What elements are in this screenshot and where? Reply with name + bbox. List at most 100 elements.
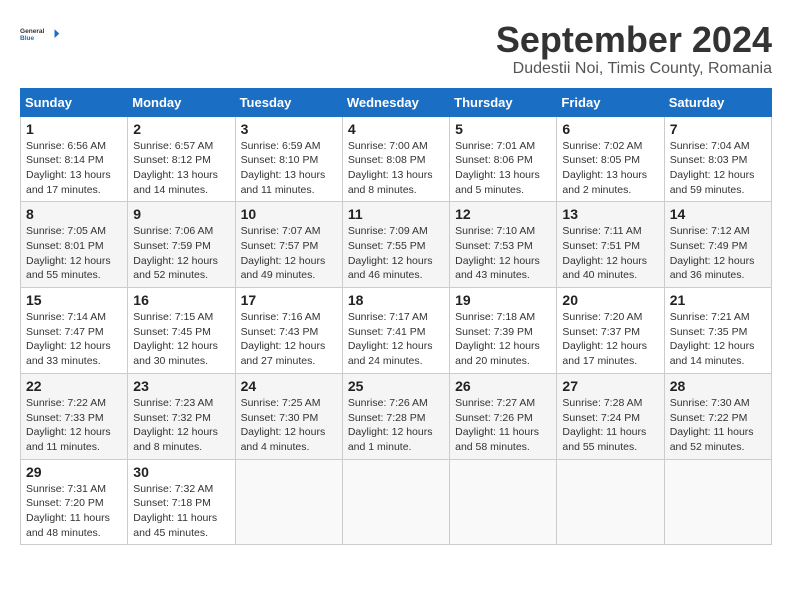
day-number: 21 <box>670 292 766 308</box>
day-number: 16 <box>133 292 229 308</box>
calendar-week-row: 8 Sunrise: 7:05 AM Sunset: 8:01 PM Daylig… <box>21 202 772 288</box>
day-number: 4 <box>348 121 444 137</box>
day-number: 23 <box>133 378 229 394</box>
day-info: Sunrise: 7:30 AM Sunset: 7:22 PM Dayligh… <box>670 396 766 455</box>
day-number: 3 <box>241 121 337 137</box>
logo: GeneralBlue <box>20 20 60 50</box>
day-info: Sunrise: 7:32 AM Sunset: 7:18 PM Dayligh… <box>133 482 229 541</box>
day-number: 17 <box>241 292 337 308</box>
day-info: Sunrise: 7:23 AM Sunset: 7:32 PM Dayligh… <box>133 396 229 455</box>
day-number: 13 <box>562 206 658 222</box>
calendar-cell: 12Sunrise: 7:10 AM Sunset: 7:53 PM Dayli… <box>450 202 557 288</box>
calendar-cell: 16 Sunrise: 7:15 AM Sunset: 7:45 PM Dayli… <box>128 288 235 374</box>
calendar-cell: 6 Sunrise: 7:02 AM Sunset: 8:05 PM Daylig… <box>557 116 664 202</box>
calendar-cell: 28 Sunrise: 7:30 AM Sunset: 7:22 PM Dayli… <box>664 373 771 459</box>
day-info: Sunrise: 7:20 AM Sunset: 7:37 PM Dayligh… <box>562 310 658 369</box>
day-info: Sunrise: 7:05 AM Sunset: 8:01 PM Dayligh… <box>26 224 122 283</box>
calendar-cell: 15Sunrise: 7:14 AM Sunset: 7:47 PM Dayli… <box>21 288 128 374</box>
title-section: September 2024 Dudestii Noi, Timis Count… <box>496 20 772 78</box>
page-header: GeneralBlue September 2024 Dudestii Noi,… <box>20 20 772 78</box>
calendar-cell: 19 Sunrise: 7:18 AM Sunset: 7:39 PM Dayli… <box>450 288 557 374</box>
weekday-header-tuesday: Tuesday <box>235 88 342 116</box>
calendar-cell <box>664 459 771 545</box>
calendar-cell <box>342 459 449 545</box>
day-info: Sunrise: 7:25 AM Sunset: 7:30 PM Dayligh… <box>241 396 337 455</box>
day-number: 10 <box>241 206 337 222</box>
svg-text:General: General <box>20 28 45 35</box>
day-number: 12 <box>455 206 551 222</box>
day-info: Sunrise: 7:18 AM Sunset: 7:39 PM Dayligh… <box>455 310 551 369</box>
day-number: 24 <box>241 378 337 394</box>
calendar-cell: 9 Sunrise: 7:06 AM Sunset: 7:59 PM Daylig… <box>128 202 235 288</box>
calendar-week-row: 29 Sunrise: 7:31 AM Sunset: 7:20 PM Dayli… <box>21 459 772 545</box>
calendar-cell: 18 Sunrise: 7:17 AM Sunset: 7:41 PM Dayli… <box>342 288 449 374</box>
calendar-cell: 7 Sunrise: 7:04 AM Sunset: 8:03 PM Daylig… <box>664 116 771 202</box>
day-number: 27 <box>562 378 658 394</box>
day-info: Sunrise: 6:59 AM Sunset: 8:10 PM Dayligh… <box>241 139 337 198</box>
day-info: Sunrise: 7:07 AM Sunset: 7:57 PM Dayligh… <box>241 224 337 283</box>
calendar-cell: 22 Sunrise: 7:22 AM Sunset: 7:33 PM Dayli… <box>21 373 128 459</box>
day-number: 29 <box>26 464 122 480</box>
day-info: Sunrise: 7:01 AM Sunset: 8:06 PM Dayligh… <box>455 139 551 198</box>
day-number: 6 <box>562 121 658 137</box>
calendar-week-row: 1 Sunrise: 6:56 AM Sunset: 8:14 PM Daylig… <box>21 116 772 202</box>
day-info: Sunrise: 7:26 AM Sunset: 7:28 PM Dayligh… <box>348 396 444 455</box>
logo-icon: GeneralBlue <box>20 20 60 48</box>
day-number: 26 <box>455 378 551 394</box>
day-info: Sunrise: 7:21 AM Sunset: 7:35 PM Dayligh… <box>670 310 766 369</box>
day-info: Sunrise: 7:17 AM Sunset: 7:41 PM Dayligh… <box>348 310 444 369</box>
calendar-cell: 5Sunrise: 7:01 AM Sunset: 8:06 PM Daylig… <box>450 116 557 202</box>
day-info: Sunrise: 7:12 AM Sunset: 7:49 PM Dayligh… <box>670 224 766 283</box>
calendar-table: SundayMondayTuesdayWednesdayThursdayFrid… <box>20 88 772 546</box>
svg-text:Blue: Blue <box>20 35 35 42</box>
calendar-cell: 24 Sunrise: 7:25 AM Sunset: 7:30 PM Dayli… <box>235 373 342 459</box>
calendar-cell: 8 Sunrise: 7:05 AM Sunset: 8:01 PM Daylig… <box>21 202 128 288</box>
day-number: 22 <box>26 378 122 394</box>
day-number: 2 <box>133 121 229 137</box>
day-info: Sunrise: 7:16 AM Sunset: 7:43 PM Dayligh… <box>241 310 337 369</box>
calendar-cell: 10 Sunrise: 7:07 AM Sunset: 7:57 PM Dayli… <box>235 202 342 288</box>
weekday-header-sunday: Sunday <box>21 88 128 116</box>
calendar-cell: 14 Sunrise: 7:12 AM Sunset: 7:49 PM Dayli… <box>664 202 771 288</box>
day-info: Sunrise: 7:22 AM Sunset: 7:33 PM Dayligh… <box>26 396 122 455</box>
day-info: Sunrise: 7:06 AM Sunset: 7:59 PM Dayligh… <box>133 224 229 283</box>
day-info: Sunrise: 7:31 AM Sunset: 7:20 PM Dayligh… <box>26 482 122 541</box>
day-info: Sunrise: 7:14 AM Sunset: 7:47 PM Dayligh… <box>26 310 122 369</box>
day-number: 19 <box>455 292 551 308</box>
day-info: Sunrise: 7:09 AM Sunset: 7:55 PM Dayligh… <box>348 224 444 283</box>
day-info: Sunrise: 7:00 AM Sunset: 8:08 PM Dayligh… <box>348 139 444 198</box>
weekday-header-wednesday: Wednesday <box>342 88 449 116</box>
calendar-cell: 21 Sunrise: 7:21 AM Sunset: 7:35 PM Dayli… <box>664 288 771 374</box>
day-number: 14 <box>670 206 766 222</box>
day-info: Sunrise: 6:56 AM Sunset: 8:14 PM Dayligh… <box>26 139 122 198</box>
calendar-cell: 17 Sunrise: 7:16 AM Sunset: 7:43 PM Dayli… <box>235 288 342 374</box>
calendar-cell: 3 Sunrise: 6:59 AM Sunset: 8:10 PM Daylig… <box>235 116 342 202</box>
day-number: 18 <box>348 292 444 308</box>
day-number: 1 <box>26 121 122 137</box>
calendar-cell: 25Sunrise: 7:26 AM Sunset: 7:28 PM Dayli… <box>342 373 449 459</box>
calendar-cell: 23 Sunrise: 7:23 AM Sunset: 7:32 PM Dayli… <box>128 373 235 459</box>
day-number: 7 <box>670 121 766 137</box>
calendar-week-row: 15Sunrise: 7:14 AM Sunset: 7:47 PM Dayli… <box>21 288 772 374</box>
calendar-cell: 29 Sunrise: 7:31 AM Sunset: 7:20 PM Dayli… <box>21 459 128 545</box>
day-number: 28 <box>670 378 766 394</box>
calendar-cell: 4 Sunrise: 7:00 AM Sunset: 8:08 PM Daylig… <box>342 116 449 202</box>
calendar-cell: 20Sunrise: 7:20 AM Sunset: 7:37 PM Dayli… <box>557 288 664 374</box>
day-info: Sunrise: 7:15 AM Sunset: 7:45 PM Dayligh… <box>133 310 229 369</box>
day-number: 9 <box>133 206 229 222</box>
calendar-cell: 13 Sunrise: 7:11 AM Sunset: 7:51 PM Dayli… <box>557 202 664 288</box>
day-info: Sunrise: 6:57 AM Sunset: 8:12 PM Dayligh… <box>133 139 229 198</box>
calendar-cell <box>557 459 664 545</box>
calendar-cell: 30Sunrise: 7:32 AM Sunset: 7:18 PM Dayli… <box>128 459 235 545</box>
day-number: 11 <box>348 206 444 222</box>
day-info: Sunrise: 7:02 AM Sunset: 8:05 PM Dayligh… <box>562 139 658 198</box>
calendar-cell: 26Sunrise: 7:27 AM Sunset: 7:26 PM Dayli… <box>450 373 557 459</box>
calendar-cell: 2 Sunrise: 6:57 AM Sunset: 8:12 PM Daylig… <box>128 116 235 202</box>
day-info: Sunrise: 7:28 AM Sunset: 7:24 PM Dayligh… <box>562 396 658 455</box>
calendar-week-row: 22 Sunrise: 7:22 AM Sunset: 7:33 PM Dayli… <box>21 373 772 459</box>
day-info: Sunrise: 7:04 AM Sunset: 8:03 PM Dayligh… <box>670 139 766 198</box>
calendar-cell: 11 Sunrise: 7:09 AM Sunset: 7:55 PM Dayli… <box>342 202 449 288</box>
day-number: 8 <box>26 206 122 222</box>
weekday-header-friday: Friday <box>557 88 664 116</box>
day-info: Sunrise: 7:11 AM Sunset: 7:51 PM Dayligh… <box>562 224 658 283</box>
